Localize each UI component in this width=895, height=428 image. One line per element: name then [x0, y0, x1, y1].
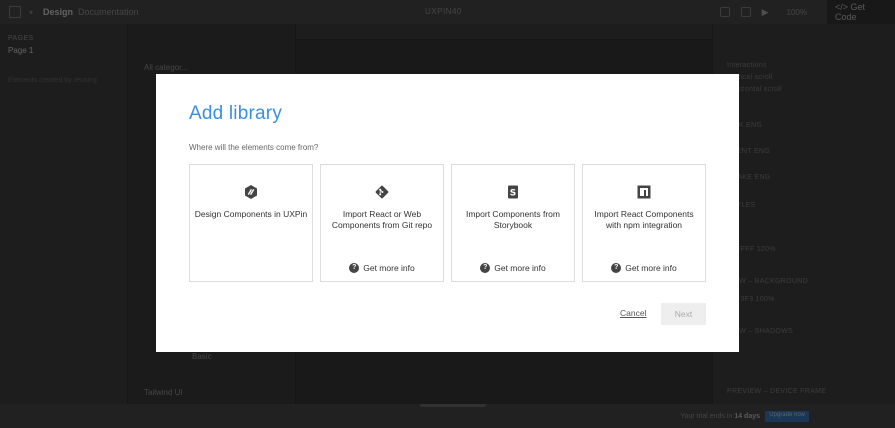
cancel-button[interactable]: Cancel: [620, 308, 646, 318]
more-info-label: Get more info: [363, 263, 415, 273]
svg-text:S: S: [510, 189, 516, 199]
library-source-options: Design Components in UXPin Import React …: [189, 164, 706, 282]
get-more-info-link[interactable]: ? Get more info: [452, 263, 574, 273]
npm-icon: [637, 185, 651, 199]
get-more-info-link[interactable]: ? Get more info: [321, 263, 443, 273]
more-info-label: Get more info: [494, 263, 546, 273]
more-info-label: Get more info: [625, 263, 677, 273]
help-icon: ?: [349, 263, 360, 273]
option-label: Import React Components with npm integra…: [594, 209, 694, 230]
option-uxpin-components[interactable]: Design Components in UXPin: [189, 164, 313, 282]
help-icon: ?: [611, 263, 622, 273]
option-git-repo[interactable]: Import React or Web Components from Git …: [320, 164, 444, 282]
option-npm-integration[interactable]: Import React Components with npm integra…: [582, 164, 706, 282]
option-label: Import React or Web Components from Git …: [331, 209, 433, 230]
next-button[interactable]: Next: [661, 303, 706, 325]
help-icon: ?: [480, 263, 491, 273]
add-library-dialog: Add library Where will the elements come…: [156, 74, 739, 352]
dialog-subtitle: Where will the elements come from?: [189, 143, 319, 152]
dialog-title: Add library: [189, 103, 283, 124]
option-label: Design Components in UXPin: [194, 209, 308, 219]
git-icon: [375, 185, 389, 199]
uxpin-icon: [245, 185, 257, 199]
get-more-info-link[interactable]: ? Get more info: [583, 263, 705, 273]
option-label: Import Components from Storybook: [465, 209, 560, 230]
option-storybook[interactable]: S Import Components from Storybook ? Get…: [451, 164, 575, 282]
storybook-icon: S: [508, 185, 518, 199]
